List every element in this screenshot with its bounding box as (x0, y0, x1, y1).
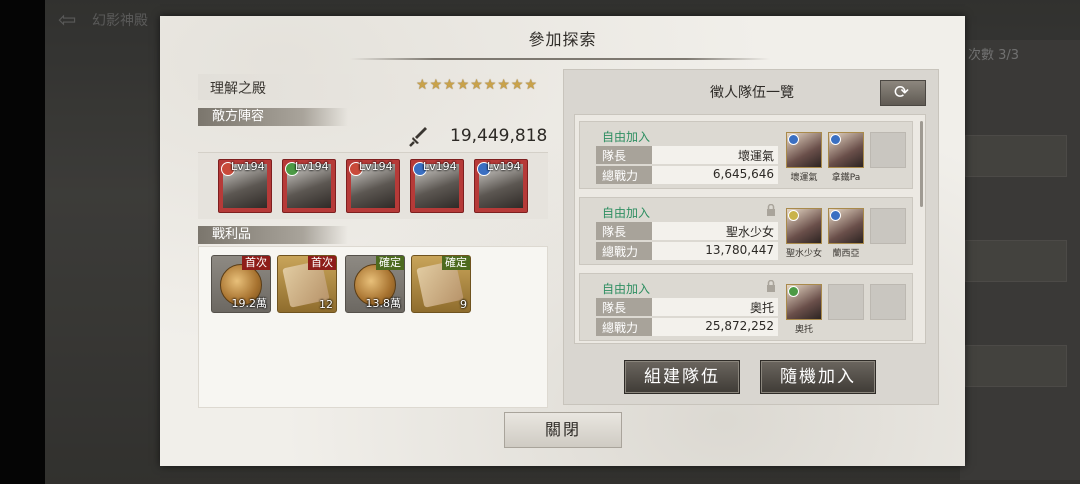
leader-row: 隊長 壞運氣 (596, 146, 778, 164)
loot-qty: 9 (460, 298, 467, 311)
team-power: 6,645,646 (712, 167, 774, 181)
loot-qty: 12 (319, 298, 333, 311)
power-label: 總戰力 (602, 321, 639, 335)
enemy-level: Lv194 (359, 160, 393, 173)
build-team-button[interactable]: 組建隊伍 (624, 360, 740, 394)
loot-qty: 13.8萬 (365, 297, 402, 310)
member-portrait (786, 284, 822, 320)
enemy-lineup: Lv194 Lv194 Lv194 Lv194 Lv194 (198, 152, 548, 219)
sword-icon (409, 127, 427, 147)
leader-name: 奧托 (749, 301, 774, 315)
refresh-icon: ⟳ (894, 82, 910, 103)
team-list-scrollbar[interactable] (920, 121, 923, 207)
loot-qty: 19.2萬 (231, 297, 268, 310)
member-name: 蘭西亞 (832, 249, 860, 259)
join-status: 自由加入 (602, 130, 651, 144)
enemy-portrait[interactable]: Lv194 (346, 159, 400, 213)
join-status: 自由加入 (602, 282, 651, 296)
lock-icon (767, 204, 775, 216)
team-card[interactable]: 自由加入 隊長 聖水少女 總戰力 13,780,447 聖水少女 蘭西亞 (579, 197, 913, 265)
enemy-level: Lv194 (423, 160, 457, 173)
enemy-level: Lv194 (231, 160, 265, 173)
leader-label: 隊長 (602, 149, 627, 163)
empty-slot (870, 208, 906, 244)
water-element-icon (788, 134, 799, 145)
enemy-portrait[interactable]: Lv194 (282, 159, 336, 213)
team-list[interactable]: 自由加入 隊長 壞運氣 總戰力 6,645,646 壞運氣 拿鐵Pa 自由加入 隊長… (574, 114, 926, 344)
enemy-level: Lv194 (295, 160, 329, 173)
dialog-title: 參加探索 (528, 30, 597, 49)
leader-row: 隊長 奧托 (596, 298, 778, 316)
loot-item[interactable]: 首次 12 (277, 255, 337, 313)
lock-icon (767, 280, 775, 292)
member-portrait (786, 208, 822, 244)
title-divider (350, 58, 770, 60)
guaranteed-tag: 確定 (442, 256, 470, 270)
enemy-portrait[interactable]: Lv194 (474, 159, 528, 213)
member-name: 聖水少女 (785, 249, 822, 259)
recruit-panel: 徵人隊伍一覽 ⟳ 自由加入 隊長 壞運氣 總戰力 6,645,646 壞運氣 拿鐵P… (563, 69, 939, 405)
member-portrait (828, 208, 864, 244)
light-element-icon (788, 210, 799, 221)
stage-row: 理解之殿 ★★★★★★★★★ (198, 74, 548, 100)
refresh-button[interactable]: ⟳ (880, 80, 926, 106)
power-row: 總戰力 25,872,252 (596, 318, 778, 336)
power-label: 總戰力 (602, 169, 639, 183)
loot-list: 首次 19.2萬 首次 12 確定 13.8萬 確定 9 (198, 246, 548, 408)
member-portrait (786, 132, 822, 168)
member-name: 拿鐵Pa (831, 173, 861, 183)
guaranteed-tag: 確定 (376, 256, 404, 270)
stage-name: 理解之殿 (210, 81, 266, 97)
loot-header: 戰利品 (198, 226, 348, 244)
member-name: 壞運氣 (790, 173, 818, 183)
leader-name: 壞運氣 (737, 149, 774, 163)
empty-slot (828, 284, 864, 320)
random-join-button[interactable]: 隨機加入 (760, 360, 876, 394)
enemy-power-value: 19,449,818 (450, 126, 548, 146)
enemy-level: Lv194 (487, 160, 521, 173)
difficulty-stars: ★★★★★★★★★ (416, 77, 538, 93)
stage-info-panel: 理解之殿 ★★★★★★★★★ 敵方陣容 19,449,818 Lv194 Lv1… (198, 70, 548, 410)
join-exploration-dialog: 參加探索 理解之殿 ★★★★★★★★★ 敵方陣容 19,449,818 Lv19… (160, 16, 965, 466)
water-element-icon (830, 134, 841, 145)
first-clear-tag: 首次 (308, 256, 336, 270)
team-power: 13,780,447 (705, 243, 774, 257)
power-row: 總戰力 6,645,646 (596, 166, 778, 184)
join-status: 自由加入 (602, 206, 651, 220)
close-button[interactable]: 關閉 (504, 412, 622, 448)
loot-item[interactable]: 確定 13.8萬 (345, 255, 405, 313)
member-portrait (828, 132, 864, 168)
enemy-portrait[interactable]: Lv194 (410, 159, 464, 213)
power-row: 總戰力 13,780,447 (596, 242, 778, 260)
leader-row: 隊長 聖水少女 (596, 222, 778, 240)
enemy-portrait[interactable]: Lv194 (218, 159, 272, 213)
empty-slot (870, 132, 906, 168)
empty-slot (870, 284, 906, 320)
leader-name: 聖水少女 (725, 225, 774, 239)
team-power: 25,872,252 (705, 319, 774, 333)
first-clear-tag: 首次 (242, 256, 270, 270)
water-element-icon (830, 210, 841, 221)
loot-item[interactable]: 首次 19.2萬 (211, 255, 271, 313)
team-card[interactable]: 自由加入 隊長 奧托 總戰力 25,872,252 奧托 (579, 273, 913, 341)
leader-label: 隊長 (602, 301, 627, 315)
power-label: 總戰力 (602, 245, 639, 259)
enemy-lineup-header: 敵方陣容 (198, 108, 348, 126)
member-name: 奧托 (794, 325, 813, 335)
leader-label: 隊長 (602, 225, 627, 239)
wind-element-icon (788, 286, 799, 297)
enemy-power: 19,449,818 (408, 126, 548, 148)
team-card[interactable]: 自由加入 隊長 壞運氣 總戰力 6,645,646 壞運氣 拿鐵Pa (579, 121, 913, 189)
loot-item[interactable]: 確定 9 (411, 255, 471, 313)
